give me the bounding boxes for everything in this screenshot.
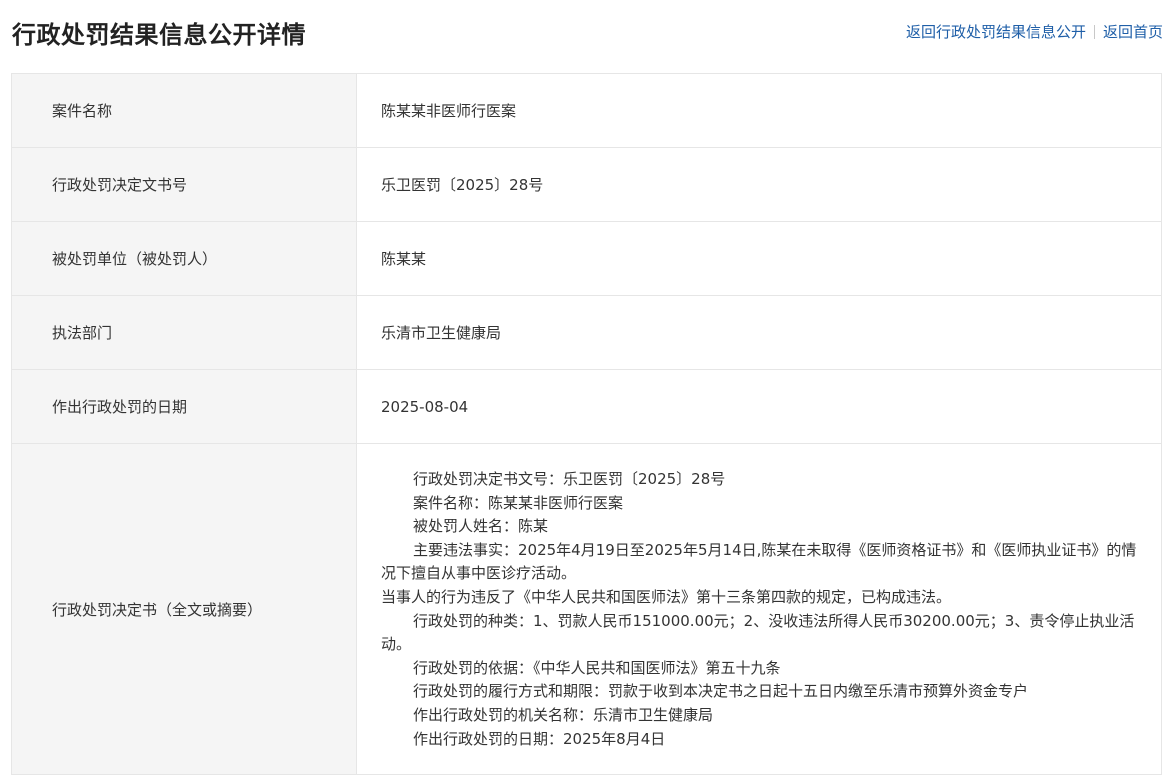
decision-no-value: 乐卫医罚〔2025〕28号 xyxy=(381,176,544,194)
enforcement-dept-value: 乐清市卫生健康局 xyxy=(381,324,502,342)
decision-date-label: 作出行政处罚的日期 xyxy=(12,370,357,443)
back-to-list-link[interactable]: 返回行政处罚结果信息公开 xyxy=(906,21,1086,42)
row-enforcement-dept: 执法部门 乐清市卫生健康局 xyxy=(12,296,1161,370)
row-full-text: 行政处罚决定书（全文或摘要） 行政处罚决定书文号：乐卫医罚〔2025〕28号 案… xyxy=(12,444,1161,775)
row-decision-no: 行政处罚决定文书号 乐卫医罚〔2025〕28号 xyxy=(12,148,1161,222)
penalized-party-label: 被处罚单位（被处罚人） xyxy=(12,222,357,295)
case-name-label: 案件名称 xyxy=(12,74,357,147)
case-name-value: 陈某某非医师行医案 xyxy=(381,102,517,120)
decision-date-value: 2025-08-04 xyxy=(381,397,469,416)
enforcement-dept-label: 执法部门 xyxy=(12,296,357,369)
header-nav: 返回行政处罚结果信息公开 返回首页 xyxy=(906,21,1163,42)
full-text-line: 行政处罚的依据：《中华人民共和国医师法》第五十九条 xyxy=(413,658,781,677)
decision-no-label: 行政处罚决定文书号 xyxy=(12,148,357,221)
full-text-line: 作出行政处罚的机关名称：乐清市卫生健康局 xyxy=(413,705,714,724)
full-text-line: 被处罚人姓名：陈某 xyxy=(413,517,549,536)
page-title: 行政处罚结果信息公开详情 xyxy=(12,21,306,49)
details-table: 案件名称 陈某某非医师行医案 行政处罚决定文书号 乐卫医罚〔2025〕28号 被… xyxy=(11,73,1162,775)
full-text-label: 行政处罚决定书（全文或摘要） xyxy=(12,444,357,774)
full-text-line: 行政处罚的履行方式和期限：罚款于收到本决定书之日起十五日内缴至乐清市预算外资金专… xyxy=(413,682,1029,701)
full-text-line: 行政处罚决定书文号：乐卫医罚〔2025〕28号 xyxy=(413,470,726,488)
full-text-line: 案件名称：陈某某非医师行医案 xyxy=(413,493,624,512)
full-text-line: 主要违法事实：2025年4月19日至2025年5月14日,陈某在未取得《医师资格… xyxy=(381,540,1137,583)
row-decision-date: 作出行政处罚的日期 2025-08-04 xyxy=(12,370,1161,444)
row-case-name: 案件名称 陈某某非医师行医案 xyxy=(12,74,1161,148)
full-text-line: 作出行政处罚的日期：2025年8月4日 xyxy=(413,729,666,748)
decision-full-text: 行政处罚决定书文号：乐卫医罚〔2025〕28号 案件名称：陈某某非医师行医案 被… xyxy=(381,468,1137,751)
row-penalized-party: 被处罚单位（被处罚人） 陈某某 xyxy=(12,222,1161,296)
full-text-value: 行政处罚决定书文号：乐卫医罚〔2025〕28号 案件名称：陈某某非医师行医案 被… xyxy=(357,444,1161,774)
full-text-line: 行政处罚的种类：1、罚款人民币151000.00元；2、没收违法所得人民币302… xyxy=(381,611,1135,654)
nav-divider xyxy=(1093,24,1095,39)
full-text-line: 当事人的行为违反了《中华人民共和国医师法》第十三条第四款的规定，已构成违法。 xyxy=(381,587,952,606)
back-home-link[interactable]: 返回首页 xyxy=(1103,21,1163,42)
page-header: 行政处罚结果信息公开详情 返回行政处罚结果信息公开 返回首页 xyxy=(0,0,1169,66)
penalized-party-value: 陈某某 xyxy=(381,250,427,268)
